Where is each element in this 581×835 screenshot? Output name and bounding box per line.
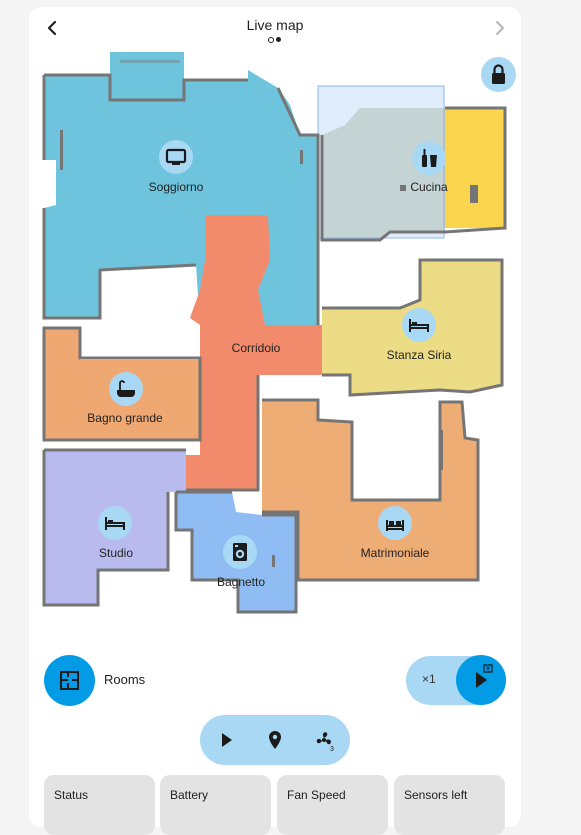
room-label-soggiorno: Soggiorno bbox=[148, 180, 204, 194]
room-label-corridoio: Corridoio bbox=[231, 341, 281, 355]
location-pin-icon bbox=[269, 731, 281, 749]
room-icon-bagno-grande[interactable] bbox=[109, 372, 143, 406]
fan-speed-icon: 3 bbox=[316, 732, 334, 753]
bed-icon bbox=[105, 517, 125, 530]
room-icon-cucina[interactable] bbox=[412, 141, 446, 175]
start-rooms-button[interactable] bbox=[456, 655, 506, 705]
status-tile[interactable]: Status bbox=[44, 775, 155, 835]
floor-plan-icon bbox=[60, 671, 79, 690]
sensors-left-tile[interactable]: Sensors left bbox=[394, 775, 505, 835]
room-icon-matrimoniale[interactable] bbox=[378, 506, 412, 540]
sensors-left-tile-label: Sensors left bbox=[404, 788, 468, 802]
rooms-button[interactable] bbox=[44, 655, 95, 706]
play-icon bbox=[222, 733, 232, 747]
control-bar: 3 bbox=[200, 715, 350, 765]
bed-double-icon bbox=[386, 520, 404, 531]
room-icon-studio[interactable] bbox=[98, 506, 132, 540]
battery-tile-label: Battery bbox=[170, 788, 209, 802]
fan-speed-tile-label: Fan Speed bbox=[287, 788, 346, 802]
play-button[interactable] bbox=[213, 727, 239, 753]
room-label-bagnetto: Bagnetto bbox=[216, 575, 266, 589]
bathtub-icon bbox=[117, 380, 135, 397]
room-icon-soggiorno[interactable] bbox=[159, 140, 193, 174]
room-label-matrimoniale: Matrimoniale bbox=[360, 546, 430, 560]
room-label-bagno-grande: Bagno grande bbox=[87, 411, 163, 425]
room-icon-stanza-siria[interactable] bbox=[402, 308, 436, 342]
bottles-icon bbox=[422, 149, 437, 167]
room-label-cucina: Cucina bbox=[410, 180, 448, 194]
play-rooms-icon bbox=[476, 664, 493, 688]
tv-icon bbox=[165, 148, 187, 165]
locate-button[interactable] bbox=[262, 727, 288, 753]
room-label-studio: Studio bbox=[98, 546, 134, 560]
fan-speed-button[interactable]: 3 bbox=[312, 727, 338, 753]
fan-speed-tile[interactable]: Fan Speed bbox=[277, 775, 388, 835]
room-label-stanza-siria: Stanza Siria bbox=[386, 348, 452, 362]
status-tile-label: Status bbox=[54, 788, 89, 802]
svg-text:3: 3 bbox=[330, 746, 334, 753]
battery-tile[interactable]: Battery bbox=[160, 775, 271, 835]
bed-icon bbox=[409, 319, 429, 332]
washing-machine-icon bbox=[233, 543, 247, 561]
multiplier-value[interactable]: ×1 bbox=[422, 672, 436, 686]
room-cucina-yellow[interactable] bbox=[445, 108, 505, 228]
room-icon-bagnetto[interactable] bbox=[223, 535, 257, 569]
floor-map[interactable] bbox=[0, 0, 581, 650]
rooms-label: Rooms bbox=[104, 672, 146, 687]
